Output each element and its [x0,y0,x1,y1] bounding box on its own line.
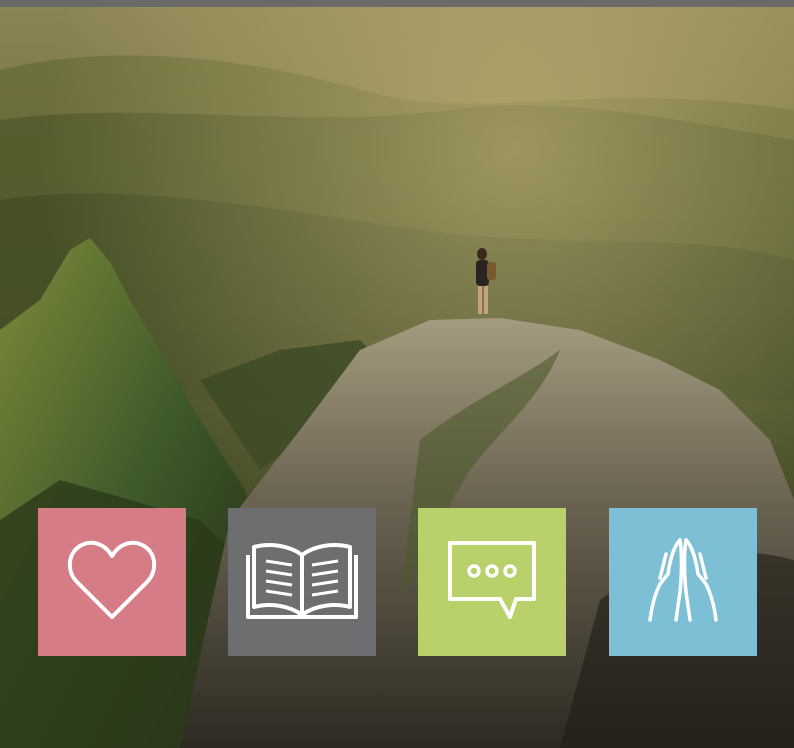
open-book-icon [246,543,358,619]
prayer-tile[interactable] [609,508,757,656]
top-strip [0,0,794,7]
chat-tile[interactable] [418,508,566,656]
tile-row [0,0,794,748]
heart-tile[interactable] [38,508,186,656]
book-tile[interactable] [228,508,376,656]
page [0,0,794,748]
chat-bubble-icon [448,541,536,619]
heart-icon [67,540,157,619]
praying-hands-icon [648,538,718,622]
